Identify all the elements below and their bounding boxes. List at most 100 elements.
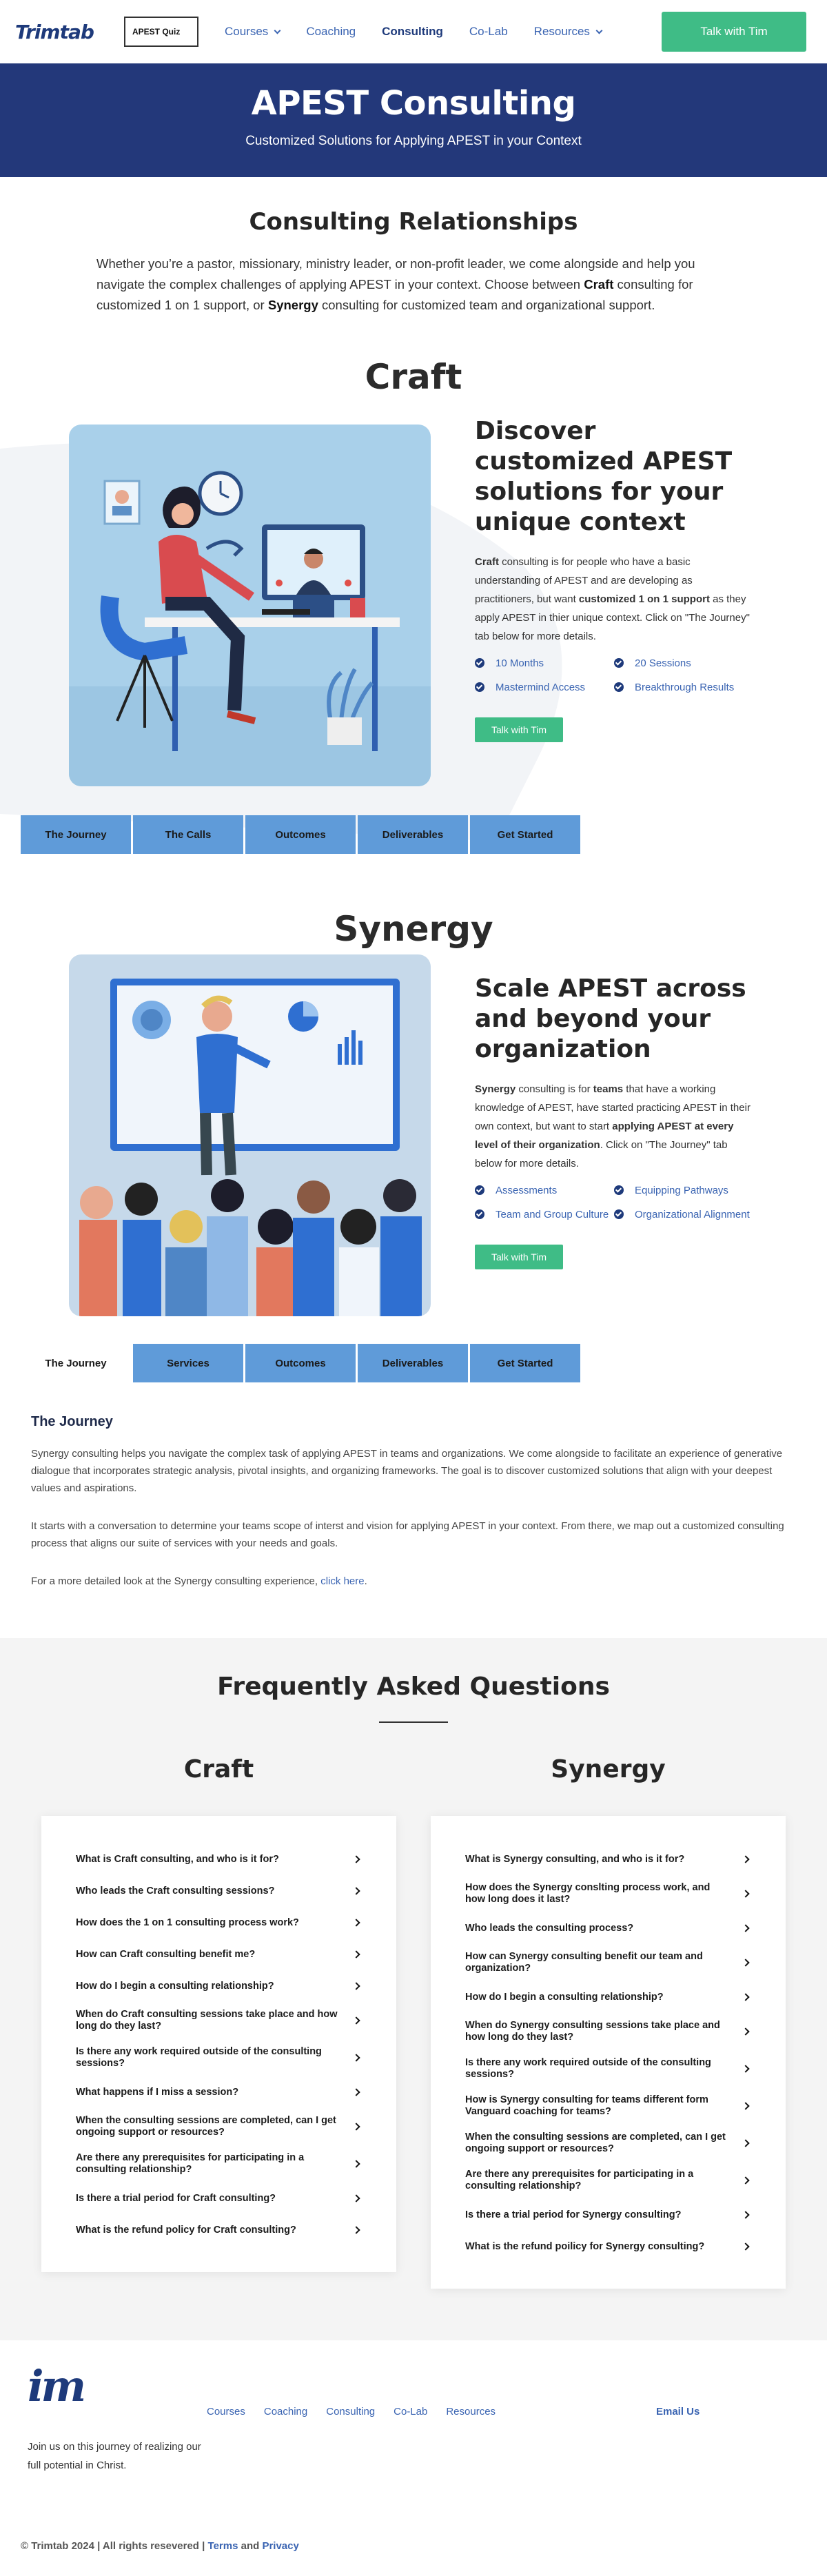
faq-question-text: When the consulting sessions are complet… <box>76 2115 336 2138</box>
faq-craft-question[interactable]: Who leads the Craft consulting sessions? <box>76 1875 362 1907</box>
nav-consulting[interactable]: Consulting <box>382 25 443 39</box>
hero-banner: APEST Consulting Customized Solutions fo… <box>0 63 827 177</box>
nav-resources-label: Resources <box>533 25 590 38</box>
faq-craft-question[interactable]: How do I begin a consulting relationship… <box>76 1970 362 2002</box>
faq-synergy-card: What is Synergy consulting, and who is i… <box>431 1816 786 2289</box>
faq-synergy-question[interactable]: How is Synergy consulting for teams diff… <box>465 2087 751 2125</box>
chevron-right-icon <box>742 1924 750 1932</box>
craft-tab-deliverables[interactable]: Deliverables <box>358 815 468 854</box>
desc-bold: customized 1 on 1 support <box>578 593 710 605</box>
copyright-text: © Trimtab 2024 | All rights resevered | <box>21 2540 208 2552</box>
nav-coaching[interactable]: Coaching <box>306 25 356 39</box>
faq-craft-question[interactable]: When do Craft consulting sessions take p… <box>76 2002 362 2039</box>
faq-columns: Craft What is Craft consulting, and who … <box>41 1755 786 2289</box>
faq-question-text: How does the Synergy conslting process w… <box>465 1882 711 1905</box>
terms-link[interactable]: Terms <box>208 2540 238 2552</box>
faq-question-text: Who leads the Craft consulting sessions? <box>76 1885 275 1897</box>
check-circle-icon <box>475 658 484 668</box>
email-us-link[interactable]: Email Us <box>656 2406 700 2417</box>
craft-tab-the-journey[interactable]: The Journey <box>21 815 131 854</box>
footer-nav: Courses Coaching Consulting Co-Lab Resou… <box>207 2406 496 2417</box>
footer-link-courses[interactable]: Courses <box>207 2406 245 2417</box>
bullet-item: 20 Sessions <box>614 654 753 673</box>
synergy-section-title: Synergy <box>334 909 493 949</box>
chevron-right-icon <box>742 1993 750 2001</box>
faq-question-text: Who leads the consulting process? <box>465 1922 634 1934</box>
bullet-label: Mastermind Access <box>496 682 586 693</box>
faq-question-text: How is Synergy consulting for teams diff… <box>465 2094 708 2117</box>
faq-question-text: When do Synergy consulting sessions take… <box>465 2020 720 2043</box>
synergy-tab-get-started[interactable]: Get Started <box>470 1344 580 1382</box>
consulting-relationships-intro: Consulting Relationships Whether you’re … <box>0 177 827 316</box>
faq-synergy-question[interactable]: What is the refund poilicy for Synergy c… <box>465 2231 751 2262</box>
faq-synergy-question[interactable]: How do I begin a consulting relationship… <box>465 1981 751 2013</box>
synergy-talk-with-tim-button[interactable]: Talk with Tim <box>475 1245 563 1269</box>
intro-synergy-bold: Synergy <box>267 298 318 312</box>
chevron-right-icon <box>742 1959 750 1967</box>
craft-desc: Craft consulting is for people who have … <box>475 553 751 646</box>
synergy-tab-outcomes[interactable]: Outcomes <box>245 1344 356 1382</box>
nav-colab[interactable]: Co-Lab <box>469 25 508 39</box>
craft-talk-with-tim-button[interactable]: Talk with Tim <box>475 717 563 742</box>
faq-synergy-question[interactable]: When the consulting sessions are complet… <box>465 2125 751 2162</box>
faq-craft-question[interactable]: When the consulting sessions are complet… <box>76 2108 362 2145</box>
nav-coaching-label: Coaching <box>306 25 356 38</box>
desc-bold: Synergy <box>475 1083 516 1095</box>
craft-tab-outcomes[interactable]: Outcomes <box>245 815 356 854</box>
journey-paragraph: For a more detailed look at the Synergy … <box>31 1573 796 1590</box>
page-title: APEST Consulting <box>251 84 576 123</box>
faq-craft-question[interactable]: What happens if I miss a session? <box>76 2076 362 2108</box>
footer-link-consulting[interactable]: Consulting <box>326 2406 375 2417</box>
faq-synergy-question[interactable]: Are there any prerequisites for particip… <box>465 2162 751 2199</box>
craft-tab-get-started[interactable]: Get Started <box>470 815 580 854</box>
faq-craft-question[interactable]: Are there any prerequisites for particip… <box>76 2145 362 2183</box>
chevron-right-icon <box>352 2160 360 2168</box>
chevron-right-icon <box>352 1887 360 1895</box>
footer-link-resources[interactable]: Resources <box>446 2406 496 2417</box>
footer-link-colab[interactable]: Co-Lab <box>394 2406 427 2417</box>
faq-craft-question[interactable]: What is Craft consulting, and who is it … <box>76 1843 362 1875</box>
chevron-right-icon <box>742 1855 750 1863</box>
synergy-tab-the-journey[interactable]: The Journey <box>21 1344 131 1382</box>
faq-craft-question[interactable]: How does the 1 on 1 consulting process w… <box>76 1907 362 1939</box>
chevron-right-icon <box>352 1919 360 1927</box>
click-here-link[interactable]: click here <box>320 1575 364 1587</box>
privacy-link[interactable]: Privacy <box>262 2540 298 2552</box>
nav-courses[interactable]: Courses <box>225 25 281 39</box>
faq-synergy-question[interactable]: Who leads the consulting process? <box>465 1912 751 1944</box>
footer-link-coaching[interactable]: Coaching <box>264 2406 307 2417</box>
faq-question-text: What is the refund policy for Craft cons… <box>76 2224 296 2236</box>
apest-quiz-button[interactable]: APEST Quiz <box>124 17 198 47</box>
trimtab-logo[interactable]: Trimtab <box>15 14 98 49</box>
faq-question-text: What is Craft consulting, and who is it … <box>76 1853 279 1865</box>
site-header: Trimtab APEST Quiz Courses Coaching Cons… <box>0 0 827 63</box>
craft-tab-the-calls[interactable]: The Calls <box>133 815 243 854</box>
faq-synergy-question[interactable]: When do Synergy consulting sessions take… <box>465 2013 751 2050</box>
bullet-item: Mastermind Access <box>475 678 614 697</box>
faq-synergy-question[interactable]: How can Synergy consulting benefit our t… <box>465 1944 751 1981</box>
faq-synergy-question[interactable]: What is Synergy consulting, and who is i… <box>465 1843 751 1875</box>
faq-question-text: Are there any prerequisites for particip… <box>76 2152 305 2175</box>
bullet-item: Breakthrough Results <box>614 678 753 697</box>
footer-logo[interactable]: im <box>28 2361 827 2411</box>
faq-title: Frequently Asked Questions <box>217 1673 610 1701</box>
faq-craft-column: Craft What is Craft consulting, and who … <box>41 1755 396 2289</box>
faq-craft-question[interactable]: How can Craft consulting benefit me? <box>76 1939 362 1970</box>
desc-text: consulting is for <box>515 1083 593 1095</box>
faq-question-text: How do I begin a consulting relationship… <box>76 1980 274 1992</box>
faq-synergy-question[interactable]: Is there a trial period for Synergy cons… <box>465 2199 751 2231</box>
faq-craft-question[interactable]: What is the refund policy for Craft cons… <box>76 2214 362 2246</box>
synergy-bullets: Assessments Equipping Pathways Team and … <box>475 1181 751 1224</box>
faq-craft-question[interactable]: Is there a trial period for Craft consul… <box>76 2183 362 2214</box>
synergy-tab-services[interactable]: Services <box>133 1344 243 1382</box>
check-circle-icon <box>475 1209 484 1219</box>
faq-synergy-question[interactable]: How does the Synergy conslting process w… <box>465 1875 751 1912</box>
bullet-item: Equipping Pathways <box>614 1181 753 1200</box>
faq-synergy-question[interactable]: Is there any work required outside of th… <box>465 2050 751 2087</box>
faq-craft-question[interactable]: Is there any work required outside of th… <box>76 2039 362 2076</box>
talk-with-tim-header-button[interactable]: Talk with Tim <box>662 12 806 52</box>
synergy-illustration <box>69 954 431 1316</box>
nav-resources[interactable]: Resources <box>533 25 603 39</box>
synergy-tab-deliverables[interactable]: Deliverables <box>358 1344 468 1382</box>
chevron-down-icon <box>595 27 603 34</box>
